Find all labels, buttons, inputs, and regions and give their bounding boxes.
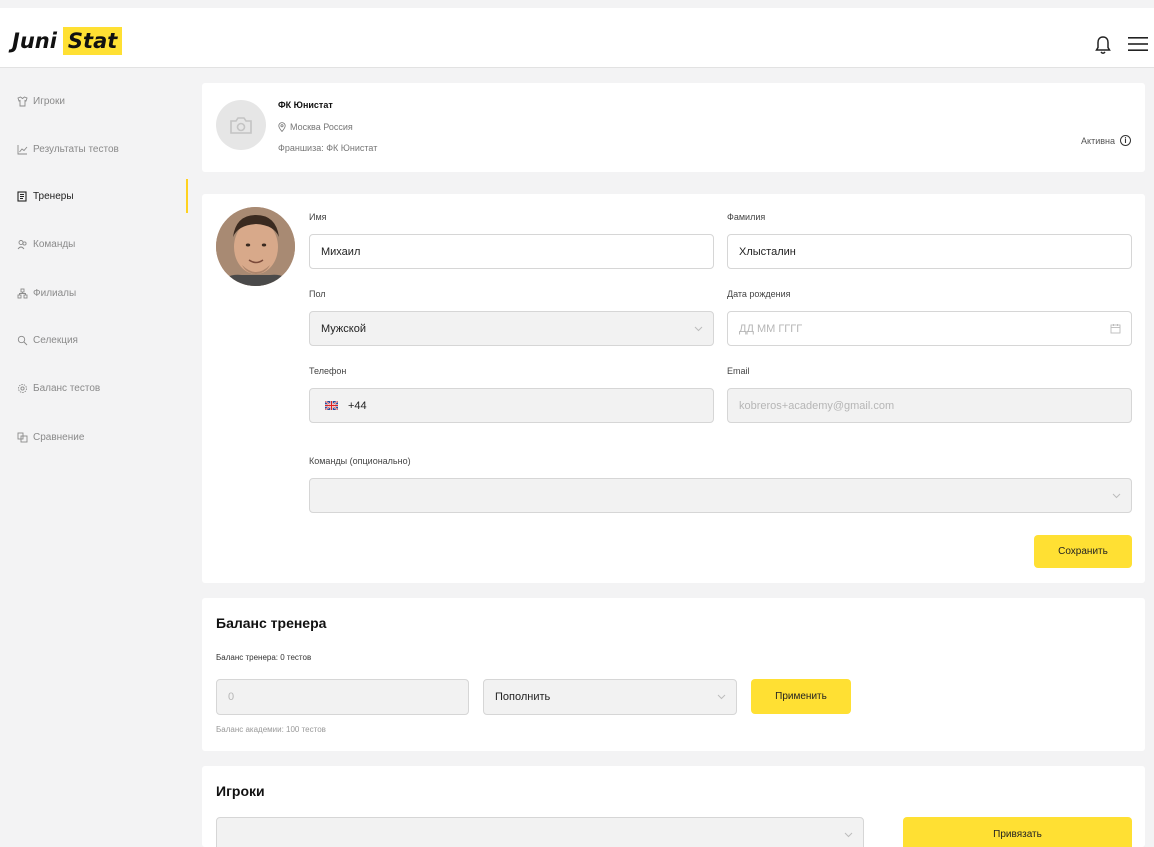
bind-button[interactable]: Привязать bbox=[903, 817, 1132, 847]
last-name-field[interactable]: Хлысталин bbox=[727, 234, 1132, 269]
balance-subtitle: Баланс тренера: 0 тестов bbox=[216, 653, 312, 662]
chevron-down-icon bbox=[694, 326, 703, 332]
players-select[interactable] bbox=[216, 817, 864, 847]
first-name-label: Имя bbox=[309, 212, 327, 222]
sidebar-item-label: Игроки bbox=[33, 95, 65, 107]
balance-amount-placeholder: 0 bbox=[228, 691, 235, 703]
chart-icon bbox=[16, 143, 28, 155]
info-icon[interactable]: i bbox=[1120, 135, 1131, 146]
compare-icon bbox=[16, 431, 28, 443]
branches-icon bbox=[16, 287, 28, 299]
teams-icon bbox=[16, 238, 28, 250]
logo-text-stat: Stat bbox=[62, 27, 123, 55]
players-icon bbox=[16, 95, 28, 107]
players-card: Игроки Привязать bbox=[202, 766, 1145, 847]
balance-title: Баланс тренера bbox=[216, 615, 327, 631]
chevron-down-icon bbox=[844, 832, 853, 838]
sidebar-item-players[interactable]: Игроки bbox=[0, 84, 190, 118]
club-logo-placeholder bbox=[216, 100, 266, 150]
teams-label: Команды (опционально) bbox=[309, 456, 411, 466]
club-status: Активна i bbox=[1081, 135, 1131, 146]
email-label: Email bbox=[727, 366, 750, 376]
logo-text-juni: Juni bbox=[12, 29, 57, 53]
bell-icon[interactable] bbox=[1095, 35, 1111, 55]
gender-value: Мужской bbox=[321, 322, 366, 335]
sidebar-item-label: Команды bbox=[33, 238, 76, 250]
menu-icon[interactable] bbox=[1128, 36, 1148, 52]
apply-button[interactable]: Применить bbox=[751, 679, 851, 714]
location-pin-icon bbox=[278, 122, 286, 132]
sidebar-item-label: Тренеры bbox=[33, 190, 74, 202]
calendar-icon[interactable] bbox=[1110, 323, 1121, 334]
chevron-down-icon bbox=[1112, 493, 1121, 499]
status-text: Активна bbox=[1081, 135, 1115, 146]
birth-date-placeholder: ДД ММ ГГГГ bbox=[739, 322, 803, 335]
balance-amount-input[interactable]: 0 bbox=[216, 679, 469, 715]
logo[interactable]: Juni Stat bbox=[12, 27, 123, 55]
uk-flag-icon[interactable] bbox=[325, 401, 338, 410]
sidebar: Игроки Результаты тестов Тренеры Команды… bbox=[0, 69, 190, 847]
sidebar-item-label: Результаты тестов bbox=[33, 143, 119, 155]
sidebar-item-teams[interactable]: Команды bbox=[0, 227, 190, 261]
sidebar-item-compare[interactable]: Сравнение bbox=[0, 420, 190, 454]
sidebar-item-coaches[interactable]: Тренеры bbox=[0, 179, 190, 213]
first-name-field[interactable]: Михаил bbox=[309, 234, 714, 269]
chevron-down-icon bbox=[717, 694, 726, 700]
search-icon bbox=[16, 334, 28, 346]
sidebar-item-branches[interactable]: Филиалы bbox=[0, 276, 190, 310]
gear-icon bbox=[16, 382, 28, 394]
coach-form-card: Имя Михаил Фамилия Хлысталин Пол Мужской… bbox=[202, 194, 1145, 583]
coaches-icon bbox=[16, 190, 28, 202]
phone-label: Телефон bbox=[309, 366, 347, 376]
club-location-text: Москва Россия bbox=[290, 122, 353, 132]
avatar-photo bbox=[216, 207, 295, 286]
save-button[interactable]: Сохранить bbox=[1034, 535, 1132, 568]
club-name: ФК Юнистат bbox=[278, 100, 333, 110]
club-card: ФК Юнистат Москва Россия Франшиза: ФК Юн… bbox=[202, 83, 1145, 172]
sidebar-item-label: Селекция bbox=[33, 334, 78, 346]
camera-icon bbox=[230, 116, 252, 134]
first-name-value: Михаил bbox=[321, 245, 361, 258]
sidebar-item-selection[interactable]: Селекция bbox=[0, 323, 190, 357]
phone-value: +44 bbox=[348, 399, 367, 412]
players-title: Игроки bbox=[216, 783, 265, 799]
top-bar: Juni Stat bbox=[0, 8, 1154, 68]
avatar[interactable] bbox=[216, 207, 295, 286]
sidebar-item-label: Филиалы bbox=[33, 287, 77, 299]
academy-balance-text: Баланс академии: 100 тестов bbox=[216, 725, 326, 734]
birth-date-field[interactable]: ДД ММ ГГГГ bbox=[727, 311, 1132, 346]
email-value: kobreros+academy@gmail.com bbox=[739, 399, 895, 412]
last-name-value: Хлысталин bbox=[739, 245, 796, 258]
gender-select[interactable]: Мужской bbox=[309, 311, 714, 346]
balance-action-value: Пополнить bbox=[495, 691, 551, 703]
sidebar-item-label: Сравнение bbox=[33, 431, 85, 443]
sidebar-item-test-results[interactable]: Результаты тестов bbox=[0, 132, 190, 166]
gender-label: Пол bbox=[309, 289, 326, 299]
sidebar-item-label: Баланс тестов bbox=[33, 382, 101, 394]
birth-date-label: Дата рождения bbox=[727, 289, 791, 299]
last-name-label: Фамилия bbox=[727, 212, 766, 222]
email-field[interactable]: kobreros+academy@gmail.com bbox=[727, 388, 1132, 423]
balance-action-select[interactable]: Пополнить bbox=[483, 679, 737, 715]
club-franchise: Франшиза: ФК Юнистат bbox=[278, 143, 378, 153]
coach-balance-card: Баланс тренера Баланс тренера: 0 тестов … bbox=[202, 598, 1145, 751]
teams-select[interactable] bbox=[309, 478, 1132, 513]
sidebar-item-test-balance[interactable]: Баланс тестов bbox=[0, 371, 190, 405]
phone-field[interactable]: +44 bbox=[309, 388, 714, 423]
club-location: Москва Россия bbox=[278, 122, 353, 132]
